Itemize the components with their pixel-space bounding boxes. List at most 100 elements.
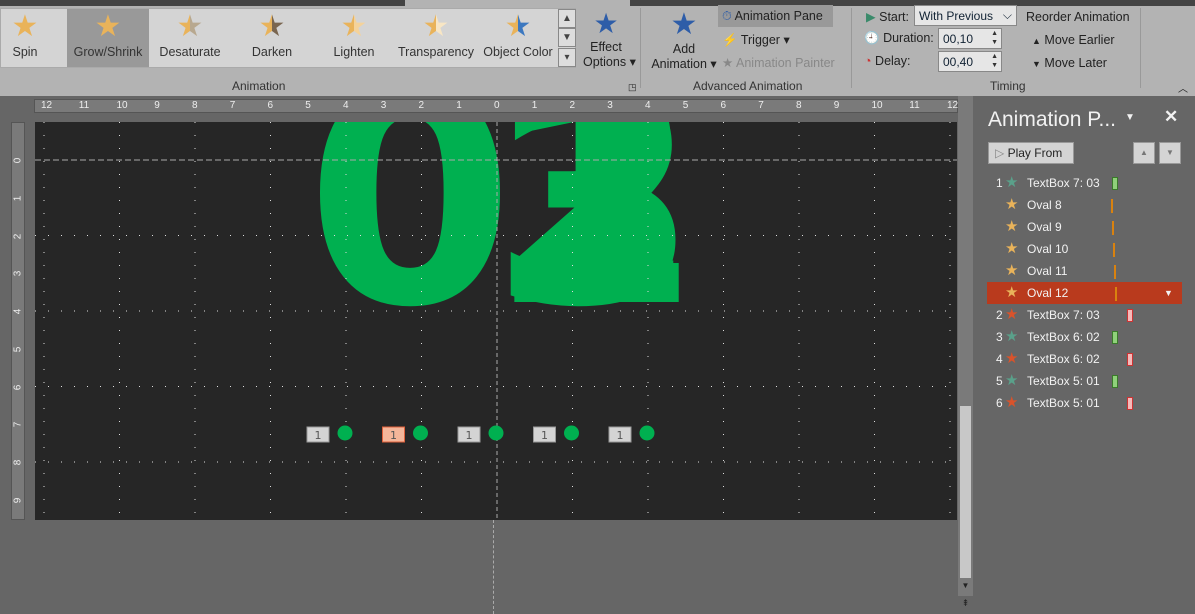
star-icon: ★ [593,8,619,39]
spinner-arrows[interactable]: ▲ ▼ [991,52,998,70]
animation-list-item[interactable]: 3 ★ TextBox 6: 02 [987,326,1182,348]
effect-star-icon: ★ [1005,240,1019,257]
duration-input[interactable]: 00,10 ▲ ▼ [938,28,1002,49]
animation-list-item[interactable]: ★ Oval 9 [987,216,1182,238]
animation-list-item[interactable]: 4 ★ TextBox 6: 02 [987,348,1182,370]
ruler-label: 2 [12,233,24,239]
ruler-label: 8 [12,459,24,466]
animation-list-item[interactable]: ★ Oval 10 [987,238,1182,260]
animation-pane: Animation P... ▼ ✕ ▷ Play From ▲ ▼ 1 ★ Tex… [975,96,1195,614]
ruler-label: 5 [12,346,24,353]
oval-shape[interactable] [488,425,504,441]
gallery-scroll-up[interactable]: ▲ [558,9,576,28]
effect-star-icon: ★ [1005,218,1019,235]
delay-input[interactable]: 00,40 ▲ ▼ [938,51,1002,72]
item-name: TextBox 5: 01 [1027,396,1100,410]
spin-star-icon: ★ [1,9,49,45]
gallery-scroll-down[interactable]: ▼ [558,28,576,47]
collapse-ribbon-icon[interactable]: ︿ [1178,80,1188,95]
effect-options-label2: Options [583,55,627,69]
ruler-label: 10 [871,100,883,111]
delay-label: ◔ Delay: [864,54,910,68]
scroll-down-icon[interactable]: ▼ [958,581,973,590]
dialog-launcher-icon[interactable]: ◳ [628,82,637,93]
effect-options-label: Effect [590,40,622,54]
move-earlier-button[interactable]: ▲ Move Earlier [1032,33,1115,47]
item-number: 4 [996,352,1003,366]
animation-order-number: 1 [541,429,548,442]
trigger-button[interactable]: ⚡ Trigger ▾ [722,32,790,48]
move-later-button[interactable]: ▼ Move Later [1032,56,1107,70]
gallery-more[interactable]: ▾ [558,48,576,67]
ruler-label: 7 [12,421,24,428]
ruler-label: 4 [343,100,349,111]
ruler-label: 6 [267,100,274,111]
animation-list-item[interactable]: 5 ★ TextBox 5: 01 [987,370,1182,392]
move-up-button[interactable]: ▲ [1133,142,1155,164]
ruler-label: 12 [947,100,959,111]
play-icon: ▷ [995,146,1005,160]
ruler-label: 11 [78,100,90,111]
duration-text: Duration: [883,31,934,45]
add-animation-label2: Animation [651,57,707,71]
slide-canvas[interactable]: 0 321 11111 [35,122,957,520]
prev-slide-icon[interactable]: ⇞ [958,598,973,609]
animation-pane-button[interactable]: ⏱ Animation Pane [718,5,833,27]
delay-value: 00,40 [943,55,974,69]
item-name: Oval 10 [1027,242,1069,256]
animation-list-item[interactable]: ★ Oval 12 ▼ [987,282,1182,304]
animation-list-item[interactable]: 2 ★ TextBox 7: 03 [987,304,1182,326]
move-down-button[interactable]: ▼ [1159,142,1181,164]
gallery-item-lighten[interactable]: ★ Lighten [313,9,395,67]
move-later-label: Move Later [1044,56,1107,70]
gallery-item-spin[interactable]: ★ Spin [1,9,49,67]
animation-list-item[interactable]: ★ Oval 11 [987,260,1182,282]
animation-list-item[interactable]: 6 ★ TextBox 5: 01 [987,392,1182,414]
oval-shape[interactable] [564,425,579,441]
effect-options-button[interactable]: ★ Effect Options ▾ [583,8,636,69]
gallery-item-transparency[interactable]: ★ Transparency [395,9,477,67]
gallery-item-label: Transparency [398,45,474,59]
start-value: With Previous [919,9,994,23]
effect-star-icon: ★ [1005,306,1019,323]
object-color-star-icon: ★ [477,9,559,45]
add-animation-button[interactable]: ★ Add Animation ▾ [648,8,720,71]
gallery-item-darken[interactable]: ★ Darken [231,9,313,67]
reorder-title: Reorder Animation [1026,10,1130,24]
gallery-item-label: Object Color [483,45,553,59]
oval-shape[interactable] [337,425,353,441]
ruler-label: 7 [758,100,764,111]
vertical-scrollbar[interactable]: ▼ [958,96,973,596]
item-name: Oval 8 [1027,198,1062,212]
effect-star-icon: ★ [1005,394,1019,411]
duration-label: 🕘 Duration: [864,31,934,46]
ruler-label: 12 [41,100,53,111]
oval-shape[interactable] [639,425,655,441]
desaturate-star-icon: ★ [149,9,231,45]
add-star-icon: ★ [670,8,698,41]
oval-shape[interactable] [413,425,428,441]
gallery-item-grow-shrink[interactable]: ★ Grow/Shrink [67,9,149,67]
pane-options-icon[interactable]: ▼ [1125,112,1135,123]
ruler-label: 2 [418,100,425,111]
divider [851,8,852,88]
scrollbar-thumb[interactable] [960,406,971,578]
item-name: Oval 11 [1027,264,1068,278]
gallery-item-object-color[interactable]: ★ Object Color [477,9,559,67]
spinner-arrows[interactable]: ▲ ▼ [991,29,998,47]
item-name: TextBox 5: 01 [1027,374,1100,388]
item-name: TextBox 6: 02 [1027,330,1100,344]
item-dropdown-icon[interactable]: ▼ [1164,282,1173,304]
timing-bar [1111,199,1113,213]
animation-painter-button[interactable]: ★ Animation Painter [722,55,835,70]
gallery-item-desaturate[interactable]: ★ Desaturate [149,9,231,67]
animation-order-number: 1 [390,429,397,442]
animation-list-item[interactable]: 1 ★ TextBox 7: 03 [987,172,1182,194]
close-icon[interactable]: ✕ [1164,107,1178,127]
gallery-item-label: Lighten [333,45,375,59]
ruler-label: 4 [12,308,24,315]
animation-list-item[interactable]: ★ Oval 8 [987,194,1182,216]
ruler-label: 2 [569,100,576,111]
play-from-button[interactable]: ▷ Play From [988,142,1074,164]
start-dropdown[interactable]: With Previous ⌵ [914,5,1017,26]
